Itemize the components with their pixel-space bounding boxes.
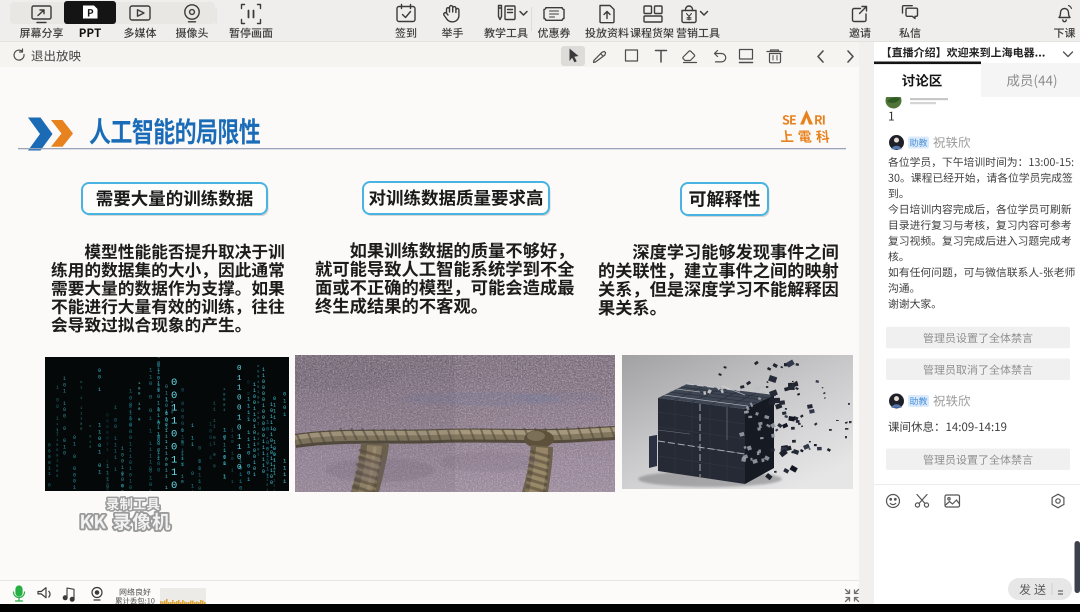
svg-text:1100110101100101: 1100110101100101 <box>253 382 256 478</box>
svg-text:101 100 0 010: 101 100 0 010 <box>63 376 66 456</box>
svg-text:10111101011100: 10111101011100 <box>270 402 273 486</box>
svg-text:0 0 111 10 10: 0 0 111 10 10 <box>181 428 184 502</box>
svg-text:1 11: 1 11 <box>191 423 194 448</box>
svg-text:1 1 11110: 1 1 11110 <box>149 416 152 472</box>
svg-text:001100110: 001100110 <box>171 377 177 492</box>
svg-text:01 0 00011: 01 0 00011 <box>73 435 76 497</box>
svg-text:00 1: 00 1 <box>98 368 101 393</box>
svg-text:11 10 1: 11 10 1 <box>223 436 226 479</box>
svg-text:000111110011 100: 000111110011 100 <box>165 411 168 502</box>
svg-text:11 11 01 0 0: 11 11 01 0 0 <box>213 401 216 470</box>
svg-text:000011 0: 000011 0 <box>48 443 51 489</box>
svg-text:0 0 1 0: 0 0 1 0 <box>247 380 250 420</box>
svg-text:0000011 1110000: 0000011 1110000 <box>106 413 109 499</box>
svg-text:1 00 1111 1: 1 00 1111 1 <box>114 405 117 473</box>
svg-text:01100101100: 01100101100 <box>237 365 242 472</box>
svg-text:110000100000111110: 110000100000111110 <box>262 367 265 475</box>
svg-text:01101: 01101 <box>165 384 168 415</box>
svg-text:01011 1111110 11: 01011 1111110 11 <box>157 363 160 462</box>
